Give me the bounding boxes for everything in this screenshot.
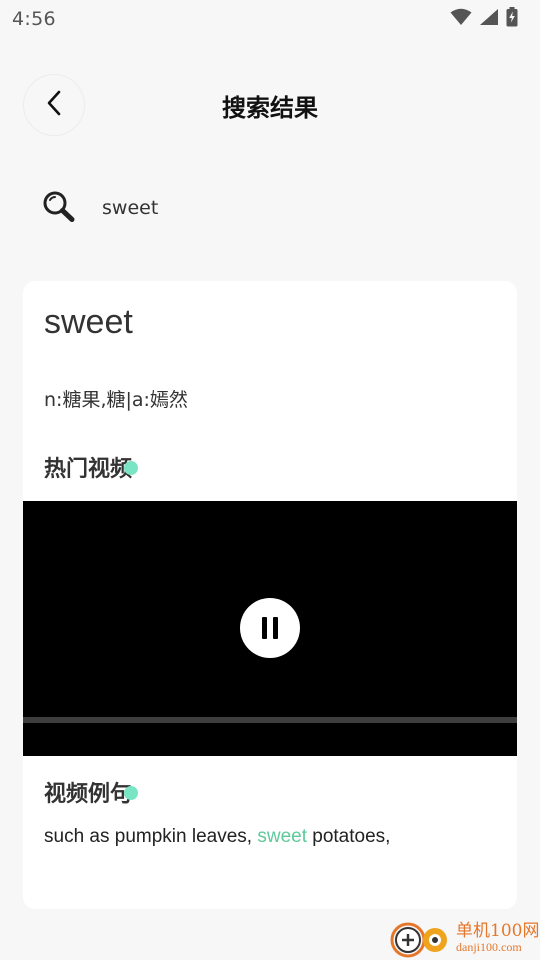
title-accent-dot: [124, 461, 139, 475]
watermark-text: 单机100网 danji100.com: [456, 920, 540, 954]
search-icon[interactable]: [42, 190, 76, 226]
pause-icon-bar: [273, 617, 278, 639]
watermark: 单机100网 danji100.com: [390, 916, 540, 960]
cell-signal-icon: [479, 8, 499, 30]
search-bar[interactable]: sweet: [42, 188, 158, 228]
status-bar: 4:56: [0, 0, 540, 38]
status-time: 4:56: [12, 8, 56, 30]
example-text-before: such as pumpkin leaves,: [44, 826, 258, 847]
video-player[interactable]: [23, 501, 517, 756]
battery-charging-icon: [506, 7, 518, 31]
page-title: 搜索结果: [222, 94, 318, 122]
hot-videos-title-text: 热门视频: [44, 457, 133, 482]
pause-icon: [262, 617, 267, 639]
status-icons: [450, 7, 518, 31]
watermark-logo-icon: [390, 916, 454, 960]
watermark-name: 单机100网: [456, 920, 540, 941]
header: 搜索结果: [0, 70, 540, 142]
result-word: sweet: [44, 303, 133, 341]
video-progress-bar[interactable]: [23, 717, 517, 723]
example-highlight-word: sweet: [257, 826, 307, 847]
hot-videos-title: 热门视频: [44, 451, 139, 483]
title-accent-dot: [124, 786, 139, 800]
result-card: sweet n:糖果,糖|a:嫣然 热门视频 视频例句 such as pump…: [23, 281, 517, 909]
examples-title-text: 视频例句: [44, 782, 133, 807]
example-sentence: such as pumpkin leaves, sweet potatoes,: [44, 826, 390, 848]
example-text-after: potatoes,: [306, 826, 391, 847]
wifi-icon: [450, 8, 472, 30]
examples-title: 视频例句: [44, 776, 139, 808]
pause-button[interactable]: [240, 598, 300, 658]
watermark-url: danji100.com: [456, 939, 522, 954]
word-definition: n:糖果,糖|a:嫣然: [44, 389, 188, 411]
search-query[interactable]: sweet: [102, 197, 158, 219]
